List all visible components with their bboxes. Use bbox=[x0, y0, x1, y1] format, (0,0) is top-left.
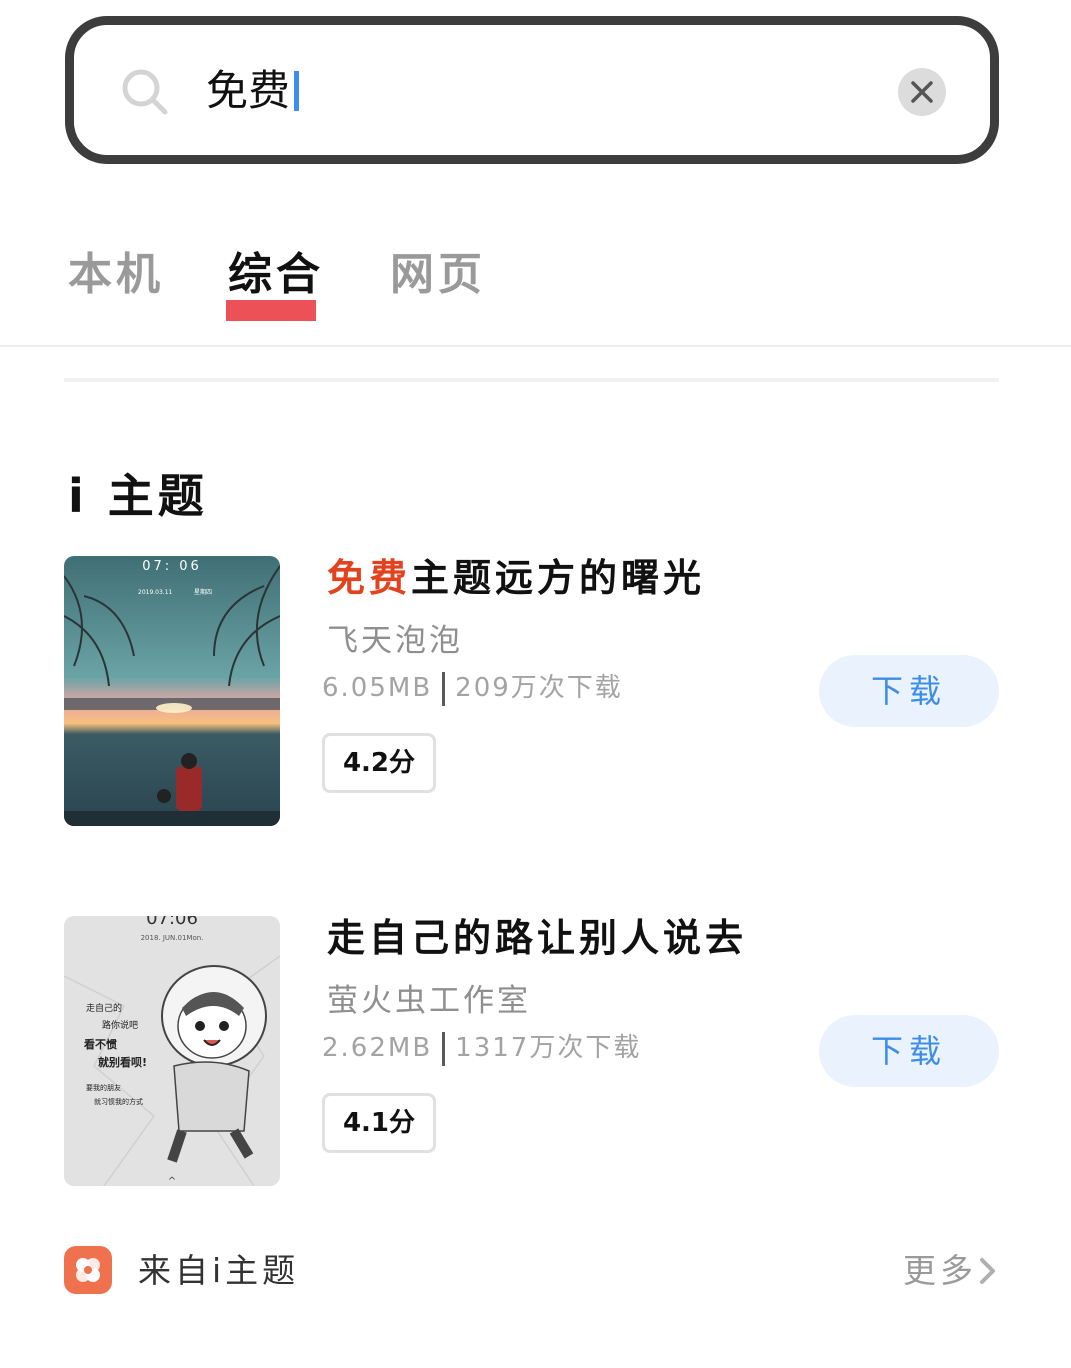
svg-text:看不惯: 看不惯 bbox=[84, 1037, 117, 1051]
theme-author: 萤火虫工作室 bbox=[327, 983, 531, 1019]
theme-thumbnail[interactable]: 07:06 2018. JUN.01Mon. 走自己的 路你说吧 看不惯 就别看… bbox=[64, 916, 280, 1186]
theme-downloads: 209万次下载 bbox=[455, 673, 623, 703]
source-label: 来自i主题 bbox=[138, 1251, 300, 1290]
search-input[interactable]: 免费 bbox=[206, 59, 300, 123]
title-text: 走自己的路让别人说去 bbox=[327, 916, 748, 960]
search-bar[interactable]: 免费 bbox=[65, 16, 999, 164]
theme-thumbnail[interactable]: 07: 06 2019.03.11 星期四 bbox=[64, 556, 280, 826]
clear-search-button[interactable] bbox=[898, 68, 946, 116]
svg-text:就别看呗!: 就别看呗! bbox=[98, 1055, 147, 1069]
thumb-weekday: 星期四 bbox=[194, 588, 212, 596]
tabs-divider bbox=[0, 345, 1071, 347]
thumb-clock: 07:06 bbox=[146, 916, 198, 929]
svg-text:就习惯我的方式: 就习惯我的方式 bbox=[94, 1097, 143, 1106]
meta-separator bbox=[442, 1031, 446, 1066]
svg-text:^: ^ bbox=[168, 1176, 176, 1186]
thumb-date: 2018. JUN.01Mon. bbox=[141, 934, 204, 942]
chevron-right-icon bbox=[980, 1258, 995, 1284]
active-tab-indicator bbox=[226, 300, 316, 321]
title-text: 主题远方的曙光 bbox=[411, 556, 706, 600]
theme-author: 飞天泡泡 bbox=[327, 623, 463, 659]
more-link[interactable]: 更多 bbox=[903, 1248, 999, 1294]
section-title: i 主题 bbox=[68, 469, 208, 523]
thumb-date: 2019.03.11 bbox=[138, 589, 173, 596]
theme-title[interactable]: 免费主题远方的曙光 bbox=[327, 556, 705, 600]
close-icon bbox=[911, 81, 933, 103]
search-tabs: 本机 综合 网页 bbox=[68, 243, 968, 323]
svg-text:走自己的: 走自己的 bbox=[86, 1002, 122, 1014]
text-cursor bbox=[294, 70, 300, 111]
section-divider bbox=[64, 378, 999, 382]
meta-separator bbox=[442, 671, 446, 706]
i-theme-app-icon bbox=[64, 1246, 112, 1294]
rating-badge: 4.2分 bbox=[322, 733, 436, 793]
source-footer: 来自i主题 更多 bbox=[64, 1246, 999, 1296]
theme-item[interactable]: 07:06 2018. JUN.01Mon. 走自己的 路你说吧 看不惯 就别看… bbox=[64, 916, 999, 1186]
theme-preview-image: 07: 06 2019.03.11 星期四 bbox=[64, 556, 280, 826]
download-button[interactable]: 下载 bbox=[819, 1015, 999, 1087]
tab-web[interactable]: 网页 bbox=[390, 243, 486, 307]
search-query: 免费 bbox=[206, 66, 291, 115]
theme-size: 2.62MB bbox=[322, 1033, 433, 1063]
theme-downloads: 1317万次下载 bbox=[455, 1033, 642, 1063]
tab-all[interactable]: 综合 bbox=[228, 243, 324, 307]
more-label: 更多 bbox=[903, 1251, 977, 1290]
theme-title[interactable]: 走自己的路让别人说去 bbox=[327, 916, 747, 960]
theme-meta: 6.05MB 209万次下载 bbox=[322, 670, 623, 706]
tab-local[interactable]: 本机 bbox=[68, 243, 164, 307]
theme-item[interactable]: 07: 06 2019.03.11 星期四 免费主题远方的曙光 飞天泡泡 6.0… bbox=[64, 556, 999, 826]
download-button[interactable]: 下载 bbox=[819, 655, 999, 727]
rating-badge: 4.1分 bbox=[322, 1093, 436, 1153]
theme-size: 6.05MB bbox=[322, 673, 433, 703]
title-highlight: 免费 bbox=[327, 556, 412, 600]
svg-text:路你说吧: 路你说吧 bbox=[102, 1019, 138, 1031]
svg-text:要我的朋友: 要我的朋友 bbox=[86, 1083, 121, 1092]
theme-preview-image: 07:06 2018. JUN.01Mon. 走自己的 路你说吧 看不惯 就别看… bbox=[64, 916, 280, 1186]
search-icon bbox=[122, 69, 168, 115]
theme-meta: 2.62MB 1317万次下载 bbox=[322, 1030, 641, 1066]
thumb-clock: 07: 06 bbox=[142, 559, 202, 574]
